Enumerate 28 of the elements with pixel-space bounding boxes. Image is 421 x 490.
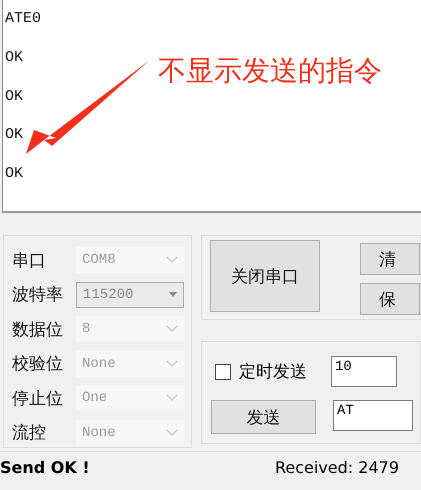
status-message: Send OK ! xyxy=(0,458,90,476)
chevron-icon xyxy=(166,360,178,368)
setting-label: 流控 xyxy=(11,422,47,444)
log-line: OK xyxy=(4,86,24,106)
send-button[interactable]: 发送 xyxy=(211,400,316,434)
chevron-icon xyxy=(166,256,178,264)
side-button[interactable]: 保 xyxy=(360,283,420,315)
log-line: OK xyxy=(4,164,24,184)
setting-label: 校验位 xyxy=(11,353,64,376)
log-line: OK xyxy=(4,48,24,68)
caret-icon xyxy=(169,292,177,298)
log-line: OK xyxy=(4,125,24,145)
chevron-icon xyxy=(166,428,178,437)
close-port-button[interactable]: 关闭串口 xyxy=(210,240,320,312)
timed-send-checkbox[interactable] xyxy=(215,364,231,380)
chevron-icon xyxy=(166,325,178,334)
annotation-text: 不显示发送的指令 xyxy=(158,53,382,89)
interval-input[interactable]: 10 xyxy=(331,356,397,387)
setting-label: 数据位 xyxy=(11,318,64,341)
side-button[interactable]: 清 xyxy=(360,243,420,275)
timed-send-label: 定时发送 xyxy=(239,361,308,383)
setting-label: 停止位 xyxy=(11,388,64,410)
log-line: ATE0 xyxy=(4,9,42,28)
setting-label: 波特率 xyxy=(11,284,64,306)
send-input[interactable]: AT xyxy=(333,400,413,431)
chevron-icon xyxy=(166,394,178,402)
setting-label: 串口 xyxy=(11,250,47,272)
received-count: Received: 2479 xyxy=(275,458,399,476)
